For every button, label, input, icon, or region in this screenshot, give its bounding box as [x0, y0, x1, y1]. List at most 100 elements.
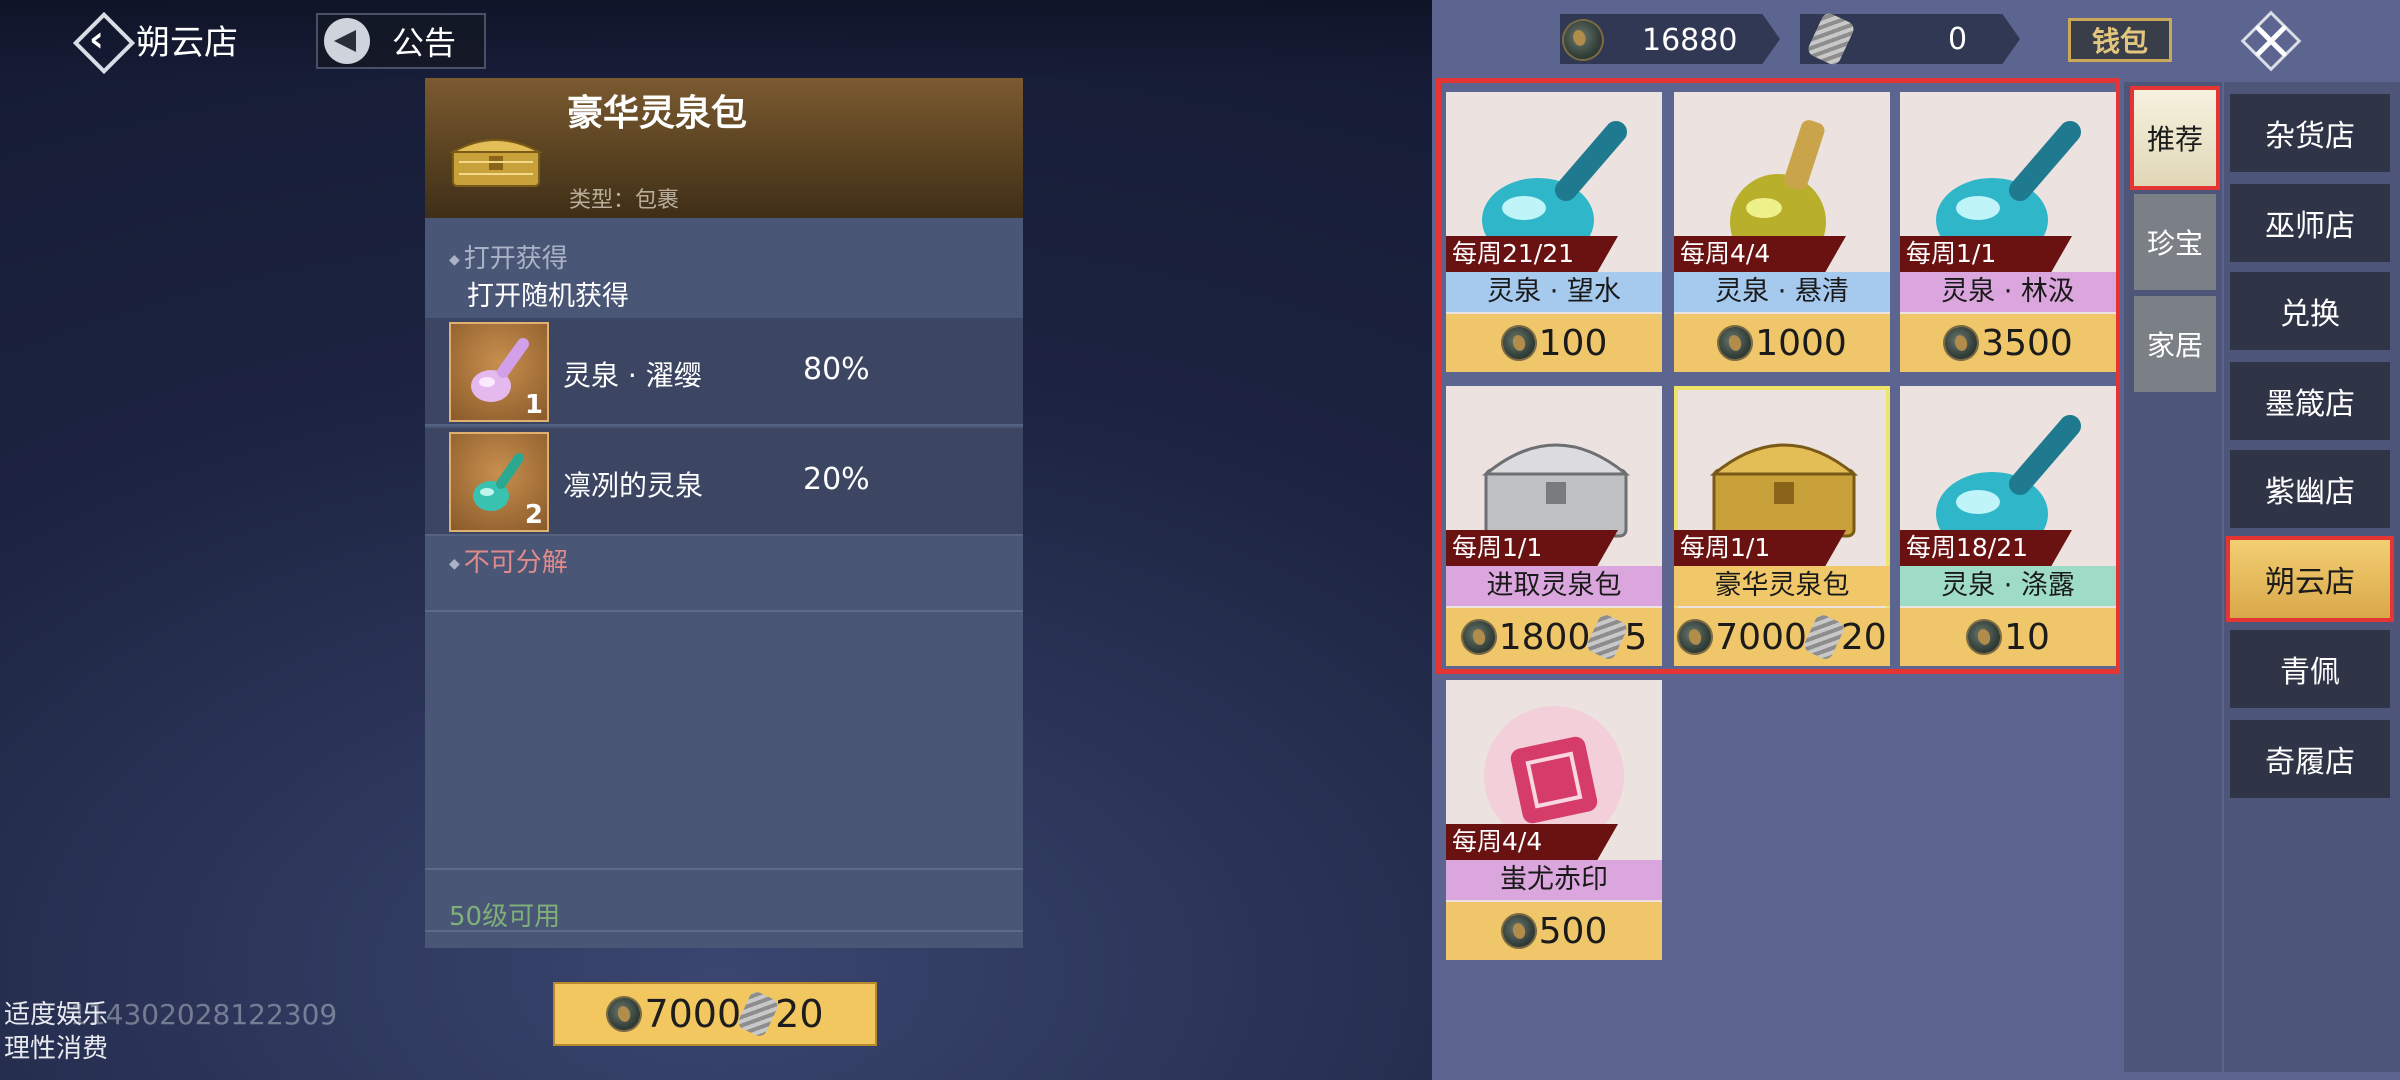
coin-icon	[1557, 14, 1609, 66]
drop-percent: 80%	[803, 352, 870, 387]
tab-furniture[interactable]: 家居	[2134, 296, 2216, 392]
tab-treasure[interactable]: 珍宝	[2134, 194, 2216, 290]
no-decompose-note: 不可分解	[449, 542, 568, 579]
drop-count: 2	[524, 500, 543, 530]
buy-price-secondary: 20	[775, 992, 824, 1036]
weekly-limit: 每周1/1	[1446, 530, 1618, 566]
drop-percent: 20%	[803, 462, 870, 497]
coin-balance-content: 16880	[1557, 14, 1738, 66]
shop-item-card[interactable]: 每周1/1 灵泉 · 林汲 3500	[1900, 92, 2116, 372]
health-notice-line: 适度娱乐	[4, 1000, 109, 1030]
open-description: 打开随机获得	[467, 281, 629, 312]
item-name: 灵泉 · 望水	[1446, 272, 1662, 312]
price-value: 1000	[1755, 322, 1847, 364]
coin-icon	[1456, 614, 1501, 660]
divider	[425, 610, 1023, 612]
shop-list: 杂货店 巫师店 兑换 墨箴店 紫幽店 朔云店 青佩 奇履店	[2224, 82, 2400, 1072]
item-price: 500	[1446, 902, 1662, 960]
weekly-limit: 每周18/21	[1900, 530, 2072, 566]
shop-wizard[interactable]: 巫师店	[2230, 184, 2390, 262]
drop-row[interactable]: 1 灵泉 · 濯缨 80%	[425, 318, 1023, 426]
shop-item-card-selected[interactable]: 每周1/1 豪华灵泉包 7000 20	[1674, 386, 1890, 666]
price-value: 3500	[1981, 322, 2073, 364]
item-price: 1000	[1674, 314, 1890, 372]
shop-shuoyun[interactable]: 朔云店	[2226, 536, 2394, 622]
item-price: 7000 20	[1674, 608, 1890, 666]
shop-item-card[interactable]: 每周18/21 灵泉 · 涤露 10	[1900, 386, 2116, 666]
item-name: 灵泉 · 涤露	[1900, 566, 2116, 606]
health-notice-line: 理性消费	[4, 1034, 109, 1064]
price-value: 10	[2004, 616, 2050, 658]
coin-icon	[1674, 614, 1718, 660]
notice-label: 公告	[392, 24, 457, 62]
item-name: 灵泉 · 悬清	[1674, 272, 1890, 312]
gold-chest-icon	[449, 139, 543, 187]
megaphone-icon	[324, 18, 370, 64]
ingot-icon	[1805, 10, 1857, 68]
price-value: 100	[1538, 322, 1608, 364]
ingot-icon	[1585, 612, 1630, 662]
shop-item-card[interactable]: 每周4/4 蚩尤赤印 500	[1446, 680, 1662, 960]
drop-row[interactable]: 2 凛冽的灵泉 20%	[425, 428, 1023, 536]
close-icon[interactable]	[2234, 6, 2308, 76]
buy-button[interactable]: 7000 20	[553, 982, 877, 1046]
shop-exchange[interactable]: 兑换	[2230, 272, 2390, 350]
coin-icon	[1496, 320, 1541, 366]
shop-item-card[interactable]: 每周4/4 灵泉 · 悬清 1000	[1674, 92, 1890, 372]
price-value: 7000	[1715, 616, 1807, 658]
price-value-secondary: 5	[1624, 616, 1648, 658]
item-name: 蚩尤赤印	[1446, 860, 1662, 900]
shop-item-card[interactable]: 每周1/1 进取灵泉包 1800 5	[1446, 386, 1662, 666]
item-name: 灵泉 · 林汲	[1900, 272, 2116, 312]
shop-grocery[interactable]: 杂货店	[2230, 94, 2390, 172]
ingot-icon	[1801, 612, 1846, 662]
price-value: 500	[1538, 910, 1608, 952]
weekly-limit: 每周4/4	[1446, 824, 1618, 860]
level-requirement: 50级可用	[449, 902, 561, 932]
back-button[interactable]: ‹ 朔云店	[72, 6, 302, 72]
divider	[425, 868, 1023, 870]
ingot-value: 0	[1948, 21, 1968, 57]
item-detail-panel: 豪华灵泉包 类型：包裹 打开获得 打开随机获得 1 灵泉 · 濯缨 80% 2 …	[425, 78, 1023, 948]
shop-ziyou[interactable]: 紫幽店	[2230, 450, 2390, 528]
shop-qingpei[interactable]: 青佩	[2230, 630, 2390, 708]
pink-potion-icon: 1	[449, 322, 549, 422]
drop-name: 灵泉 · 濯缨	[563, 359, 702, 392]
weekly-limit: 每周21/21	[1446, 236, 1618, 272]
health-notice: 适度娱乐 理性消费	[4, 998, 108, 1066]
coin-icon	[1939, 320, 1984, 366]
coin-icon	[1713, 320, 1758, 366]
buy-price: 7000	[644, 992, 742, 1036]
detail-header: 豪华灵泉包 类型：包裹	[425, 78, 1023, 218]
ingot-icon	[736, 989, 781, 1039]
item-price: 1800 5	[1446, 608, 1662, 666]
open-label: 打开获得	[449, 238, 568, 275]
shop-item-card[interactable]: 每周21/21 灵泉 · 望水 100	[1446, 92, 1662, 372]
tab-recommended[interactable]: 推荐	[2130, 86, 2220, 190]
notice-button[interactable]: 公告	[316, 13, 486, 69]
category-tabs: 推荐 珍宝 家居	[2124, 82, 2222, 1072]
ingot-balance-content: 0	[1805, 10, 1968, 68]
item-type: 类型：包裹	[569, 188, 680, 213]
watermark-id: 114302028122309	[70, 998, 338, 1031]
back-arrow-icon: ‹	[72, 11, 128, 67]
drop-count: 1	[524, 390, 543, 420]
item-name: 豪华灵泉包	[567, 93, 748, 134]
shop-qilv[interactable]: 奇履店	[2230, 720, 2390, 798]
wallet-button[interactable]: 钱包	[2068, 18, 2172, 62]
drop-name: 凛冽的灵泉	[563, 469, 704, 502]
price-value: 1800	[1498, 616, 1591, 658]
coin-icon	[602, 991, 647, 1037]
item-name: 豪华灵泉包	[1674, 566, 1890, 606]
coin-value: 16880	[1642, 22, 1738, 58]
price-value-secondary: 20	[1840, 616, 1887, 658]
shop-title: 朔云店	[136, 22, 238, 63]
weekly-limit: 每周1/1	[1674, 530, 1846, 566]
item-name: 进取灵泉包	[1446, 566, 1662, 606]
item-price: 3500	[1900, 314, 2116, 372]
shop-mozhen[interactable]: 墨箴店	[2230, 362, 2390, 440]
item-price: 10	[1900, 608, 2116, 666]
weekly-limit: 每周4/4	[1674, 236, 1846, 272]
teal-potion-icon: 2	[449, 432, 549, 532]
weekly-limit: 每周1/1	[1900, 236, 2072, 272]
